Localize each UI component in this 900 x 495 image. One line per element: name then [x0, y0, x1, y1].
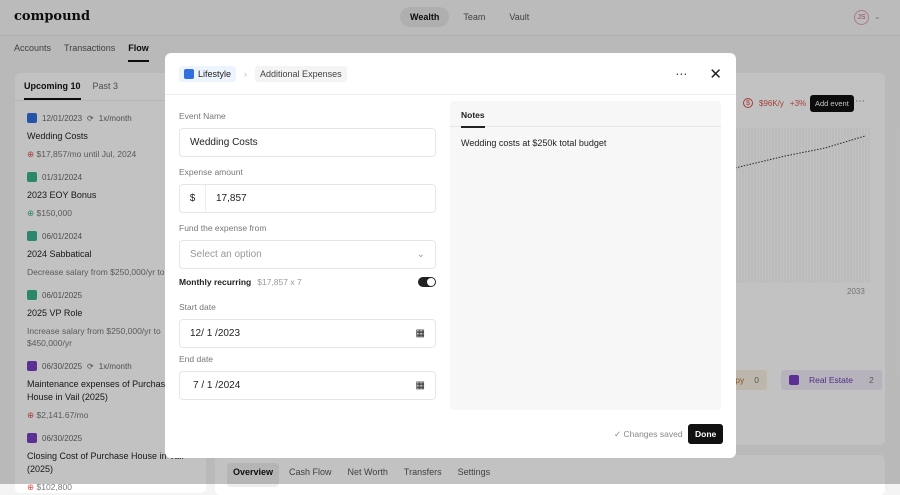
fund-source-select[interactable]: Select an option ⌄	[179, 240, 436, 269]
label: Event Name	[179, 111, 226, 121]
done-button[interactable]: Done	[688, 424, 724, 444]
notes-text[interactable]: Wedding costs at $250k total budget	[450, 127, 721, 159]
tab-notes[interactable]: Notes	[461, 110, 485, 128]
breadcrumb-lifestyle[interactable]: Lifestyle	[179, 65, 237, 82]
notes-panel: Notes Wedding costs at $250k total budge…	[450, 101, 721, 410]
expense-amount-input[interactable]: $17,857	[179, 184, 436, 213]
more-icon[interactable]: ⋯	[675, 67, 687, 81]
lifestyle-icon	[184, 68, 194, 79]
chevron-right-icon: ›	[244, 68, 248, 79]
close-icon[interactable]: ✕	[709, 65, 722, 83]
start-date-input[interactable]: 12/ 1 /2023 ▦	[179, 319, 436, 348]
recurring-toggle[interactable]	[418, 277, 436, 287]
save-status: ✓ Changes saved	[614, 429, 683, 439]
end-date-input[interactable]: 7 / 1 /2024 ▦	[179, 371, 436, 400]
event-name-input[interactable]: Wedding Costs	[179, 128, 436, 157]
calendar-icon: ▦	[415, 380, 425, 391]
breadcrumb-category[interactable]: Additional Expenses	[255, 65, 347, 82]
calendar-icon: ▦	[415, 328, 425, 339]
edit-event-modal: Lifestyle › Additional Expenses ⋯ ✕ Even…	[165, 53, 736, 458]
chevron-down-icon: ⌄	[416, 249, 425, 260]
